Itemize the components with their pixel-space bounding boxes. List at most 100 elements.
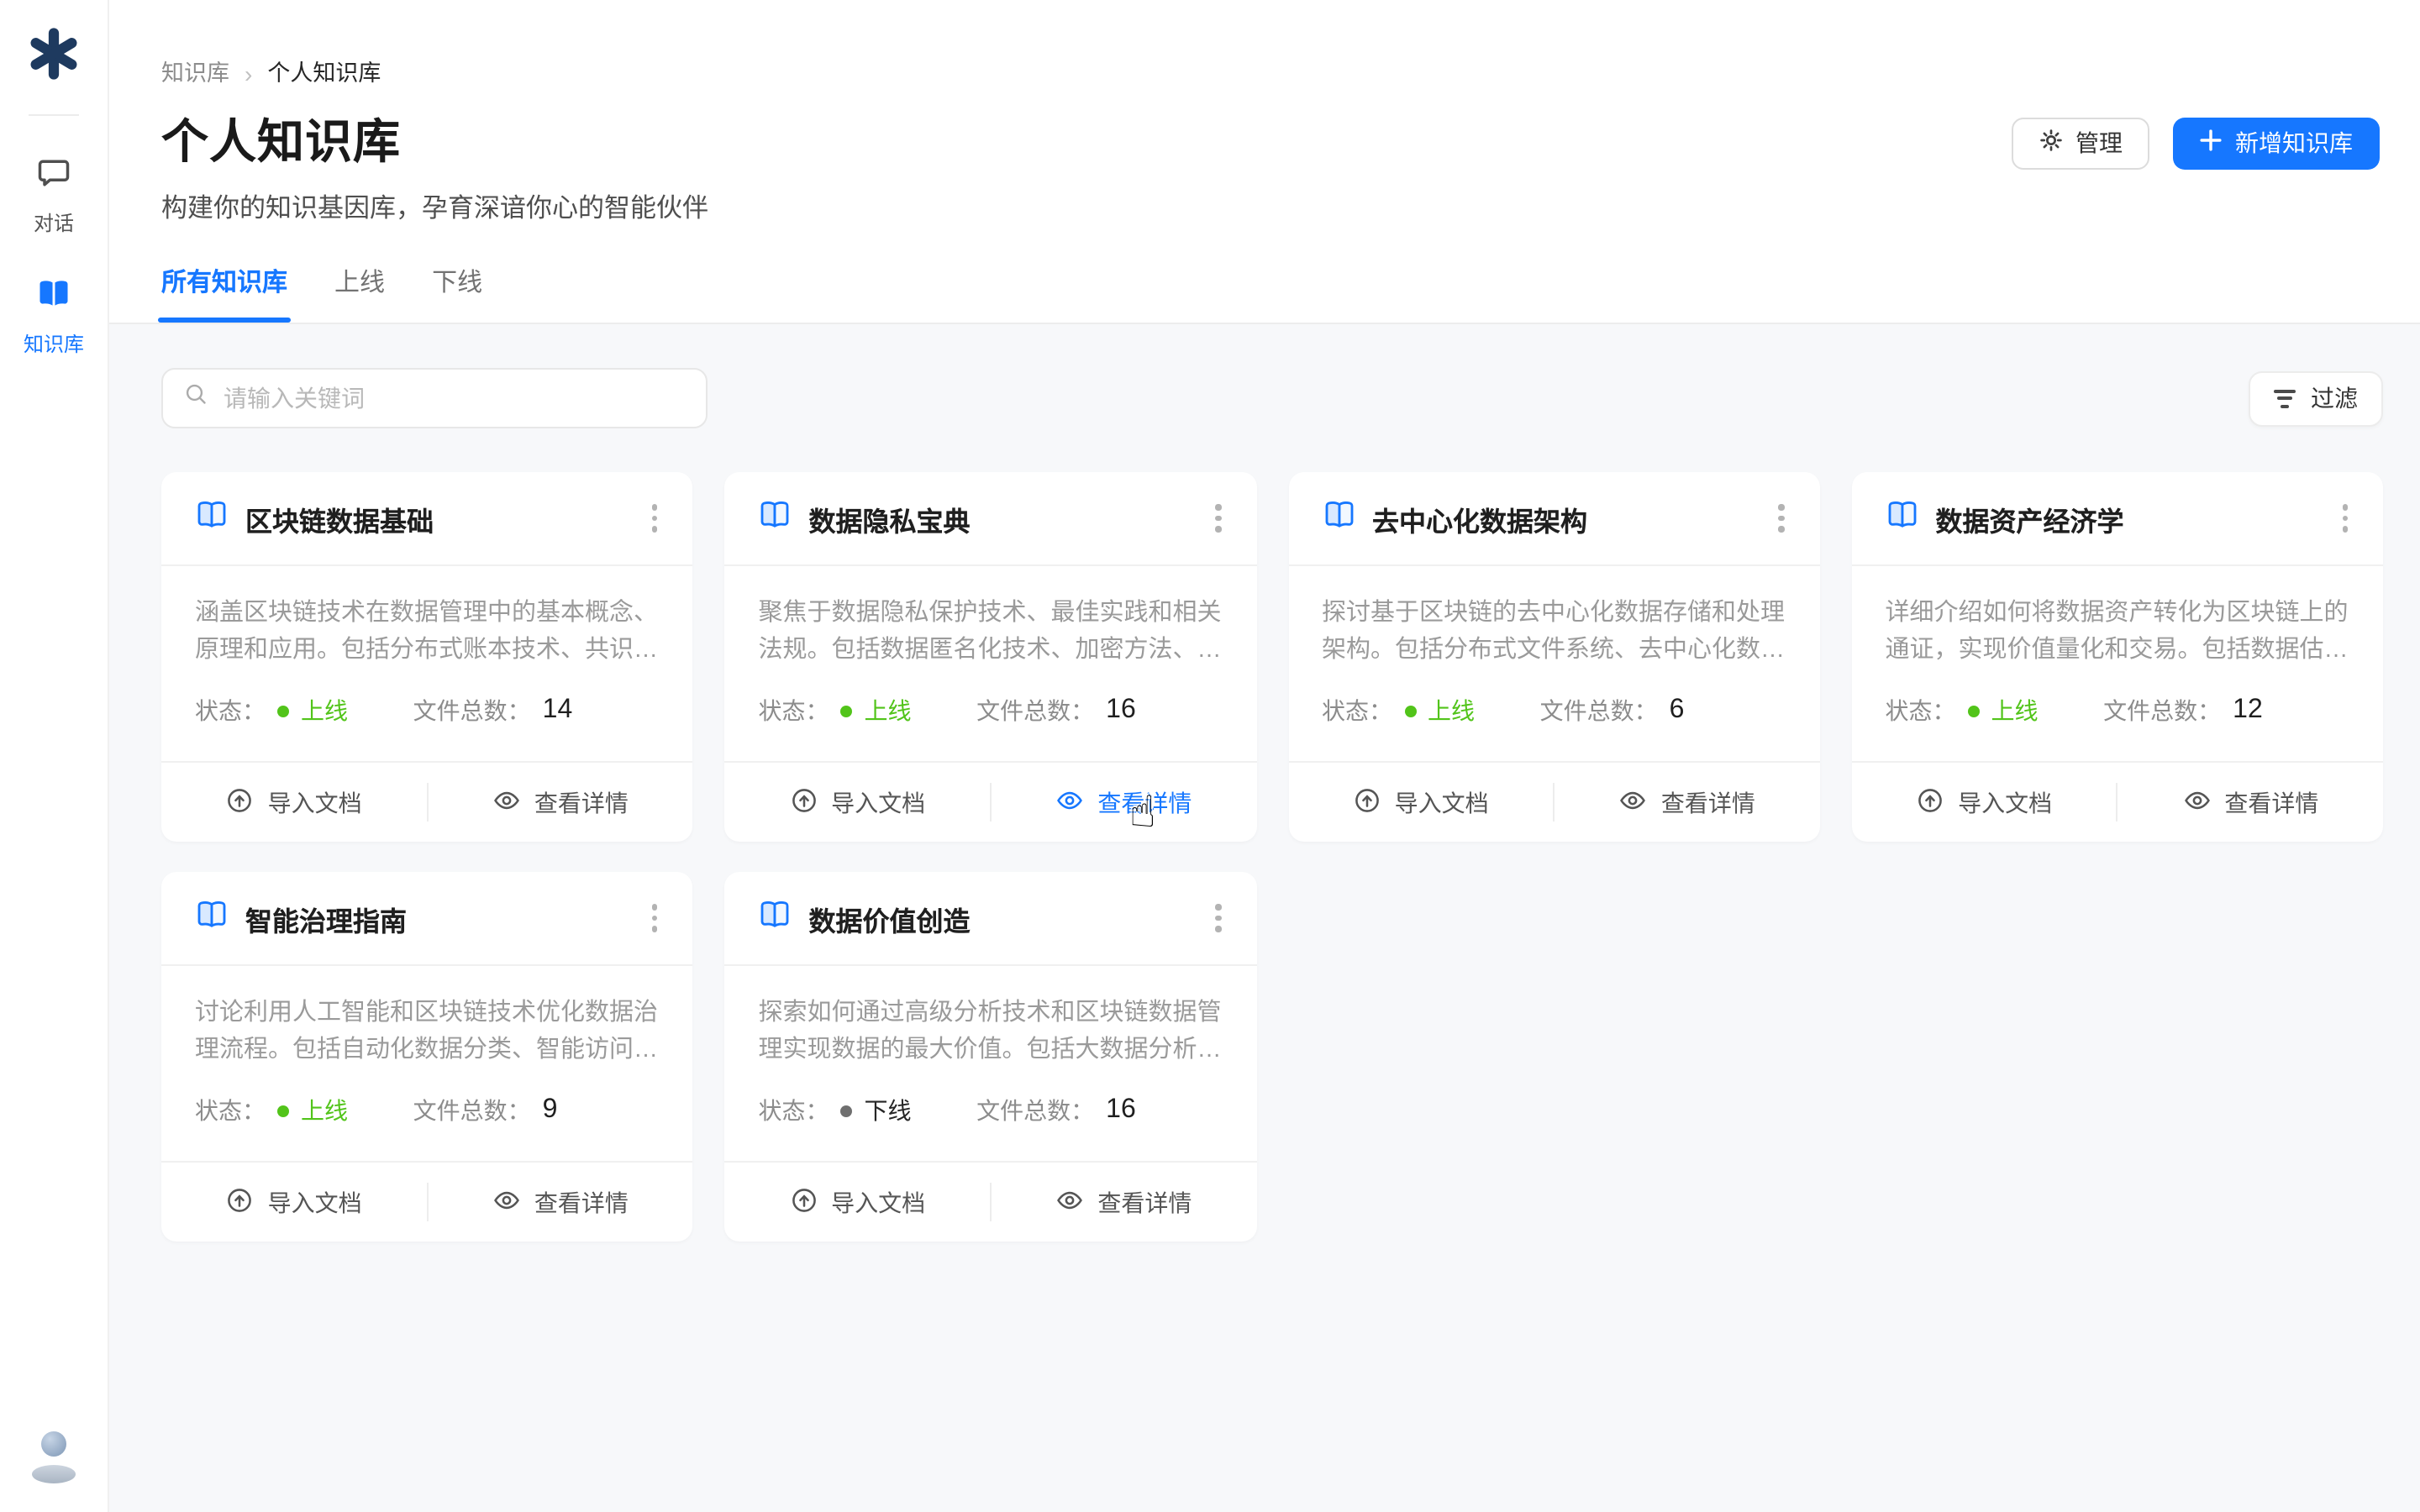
eye-icon xyxy=(1619,785,1648,819)
card-footer: 导入文档 查看详情 xyxy=(725,1161,1257,1242)
card-header: 数据价值创造 xyxy=(725,872,1257,966)
sidebar-item-label: 知识库 xyxy=(24,329,84,358)
status-value: 上线 xyxy=(865,694,912,727)
upload-icon xyxy=(226,785,255,819)
card-files: 文件总数： 16 xyxy=(976,694,1136,727)
import-doc-label: 导入文档 xyxy=(268,785,362,819)
tab-online[interactable]: 上线 xyxy=(334,267,385,323)
status-label: 状态： xyxy=(759,1094,829,1127)
tab-bar: 所有知识库 上线 下线 xyxy=(161,267,2380,323)
eye-icon xyxy=(492,1185,521,1219)
card-more-menu-button[interactable] xyxy=(1207,896,1229,941)
status-dot-icon xyxy=(1404,705,1416,717)
import-doc-button[interactable]: 导入文档 xyxy=(1288,763,1553,842)
search-input[interactable] xyxy=(224,385,686,412)
view-detail-button[interactable]: 查看详情 xyxy=(1555,763,1819,842)
view-detail-button[interactable]: 查看详情 xyxy=(428,1163,692,1242)
import-doc-button[interactable]: 导入文档 xyxy=(1852,763,2117,842)
card-title: 数据隐私宝典 xyxy=(809,498,1191,538)
title-row: 个人知识库 管理 xyxy=(161,111,2380,175)
knowledge-card: 数据隐私宝典 聚焦于数据隐私保护技术、最佳实践和相关法规。包括数据匿名化技术、加… xyxy=(725,472,1257,842)
card-files: 文件总数： 14 xyxy=(413,694,573,727)
card-description: 涵盖区块链技术在数据管理中的基本概念、原理和应用。包括分布式账本技术、共识… xyxy=(195,595,660,669)
view-detail-label: 查看详情 xyxy=(1097,785,1192,819)
card-body: 涵盖区块链技术在数据管理中的基本概念、原理和应用。包括分布式账本技术、共识… 状… xyxy=(161,566,693,761)
status-label: 状态： xyxy=(195,1094,266,1127)
card-body: 讨论利用人工智能和区块链技术优化数据治理流程。包括自动化数据分类、智能访问… 状… xyxy=(161,966,693,1161)
eye-icon xyxy=(492,785,521,819)
card-grid: 区块链数据基础 涵盖区块链技术在数据管理中的基本概念、原理和应用。包括分布式账本… xyxy=(161,472,2383,1242)
view-detail-label: 查看详情 xyxy=(1661,785,1755,819)
view-detail-button[interactable]: 查看详情 xyxy=(992,1163,1256,1242)
card-title: 去中心化数据架构 xyxy=(1372,498,1754,538)
tab-all[interactable]: 所有知识库 xyxy=(161,267,287,323)
add-knowledge-button-label: 新增知识库 xyxy=(2235,126,2353,160)
search-icon xyxy=(183,381,208,415)
user-avatar[interactable] xyxy=(27,1428,81,1485)
view-detail-button[interactable]: 查看详情 xyxy=(2118,763,2383,842)
card-footer: 导入文档 查看详情 xyxy=(725,761,1257,842)
card-status: 状态： 上线 xyxy=(195,694,413,727)
sidebar-divider xyxy=(29,114,79,116)
view-detail-button[interactable]: 查看详情 xyxy=(992,763,1256,842)
view-detail-button[interactable]: 查看详情 xyxy=(428,763,692,842)
import-doc-button[interactable]: 导入文档 xyxy=(161,763,426,842)
card-more-menu-button[interactable] xyxy=(1770,496,1793,541)
files-label: 文件总数： xyxy=(1540,694,1658,727)
card-more-menu-button[interactable] xyxy=(1207,496,1229,541)
open-book-icon xyxy=(759,497,792,539)
card-body: 详细介绍如何将数据资产转化为区块链上的通证，实现价值量化和交易。包括数据估… 状… xyxy=(1852,566,2384,761)
status-label: 状态： xyxy=(1886,694,1956,727)
add-knowledge-button[interactable]: 新增知识库 xyxy=(2173,117,2380,169)
open-book-icon xyxy=(195,897,229,939)
status-dot-icon xyxy=(841,1105,853,1116)
page-title: 个人知识库 xyxy=(161,111,401,175)
card-description: 探讨基于区块链的去中心化数据存储和处理架构。包括分布式文件系统、去中心化数… xyxy=(1322,595,1786,669)
card-files: 文件总数： 9 xyxy=(413,1094,558,1127)
card-footer: 导入文档 查看详情 xyxy=(1288,761,1820,842)
card-footer: 导入文档 查看详情 xyxy=(161,761,693,842)
status-value: 上线 xyxy=(1991,694,2039,727)
app-logo xyxy=(27,25,81,91)
card-title: 数据价值创造 xyxy=(809,898,1191,938)
view-detail-label: 查看详情 xyxy=(1097,1185,1192,1219)
import-doc-label: 导入文档 xyxy=(831,785,925,819)
card-header: 智能治理指南 xyxy=(161,872,693,966)
card-more-menu-button[interactable] xyxy=(644,896,666,941)
filter-lines-icon xyxy=(2274,389,2296,407)
card-files: 文件总数： 6 xyxy=(1540,694,1685,727)
view-detail-label: 查看详情 xyxy=(2224,785,2318,819)
card-more-menu-button[interactable] xyxy=(2333,496,2356,541)
card-files: 文件总数： 16 xyxy=(976,1094,1136,1127)
sidebar-item-knowledge[interactable]: 知识库 xyxy=(24,276,84,358)
card-meta: 状态： 上线 文件总数： 14 xyxy=(195,694,660,727)
card-header: 数据隐私宝典 xyxy=(725,472,1257,566)
header-actions: 管理 新增知识库 xyxy=(2012,117,2380,169)
files-value: 12 xyxy=(2233,696,2263,726)
card-more-menu-button[interactable] xyxy=(644,496,666,541)
eye-icon xyxy=(1055,1185,1084,1219)
sidebar-item-label: 对话 xyxy=(34,208,74,237)
card-meta: 状态： 上线 文件总数： 12 xyxy=(1886,694,2350,727)
page-header: 知识库 › 个人知识库 个人知识库 xyxy=(109,0,2420,323)
status-value: 上线 xyxy=(301,1094,348,1127)
tab-offline[interactable]: 下线 xyxy=(432,267,482,323)
breadcrumb-separator-icon: › xyxy=(245,59,252,89)
import-doc-button[interactable]: 导入文档 xyxy=(725,1163,990,1242)
sidebar-item-chat[interactable]: 对话 xyxy=(34,155,74,237)
breadcrumb-item-root[interactable]: 知识库 xyxy=(161,59,229,89)
import-doc-button[interactable]: 导入文档 xyxy=(161,1163,426,1242)
toolbar: 过滤 xyxy=(161,368,2383,428)
manage-button[interactable]: 管理 xyxy=(2012,117,2149,169)
files-label: 文件总数： xyxy=(413,694,531,727)
filter-button[interactable]: 过滤 xyxy=(2249,370,2383,426)
import-doc-button[interactable]: 导入文档 xyxy=(725,763,990,842)
import-doc-label: 导入文档 xyxy=(1395,785,1489,819)
upload-icon xyxy=(226,1185,255,1219)
asterisk-logo-icon xyxy=(27,60,81,89)
files-value: 9 xyxy=(543,1095,558,1126)
plus-icon xyxy=(2200,129,2222,156)
search-box[interactable] xyxy=(161,368,708,428)
files-value: 16 xyxy=(1106,696,1136,726)
open-book-icon xyxy=(195,497,229,539)
